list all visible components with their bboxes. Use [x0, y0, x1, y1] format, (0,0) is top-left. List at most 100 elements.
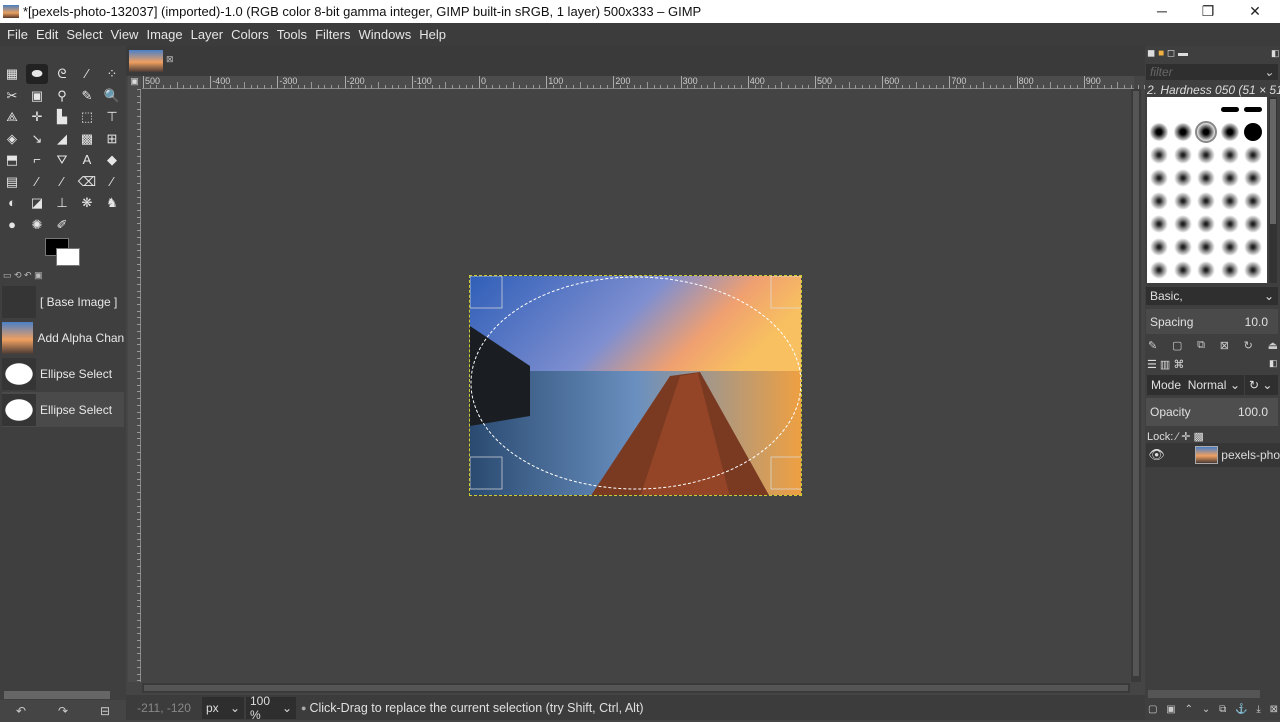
menu-file[interactable]: File [3, 27, 32, 42]
menu-help[interactable]: Help [415, 27, 450, 42]
lower-layer-icon[interactable]: ⌄ [1202, 704, 1210, 715]
brush-preset[interactable] [1173, 238, 1192, 256]
background-color-swatch[interactable] [56, 248, 80, 266]
flip-tool-icon[interactable]: ▩ [76, 129, 98, 149]
open-brush-icon[interactable]: ⏏ [1268, 339, 1278, 352]
menu-colors[interactable]: Colors [227, 27, 273, 42]
maximize-button[interactable]: ❐ [1185, 0, 1231, 23]
layers-scrollbar[interactable] [1148, 690, 1260, 698]
zoom-select[interactable]: 100 % ⌄ [246, 694, 296, 722]
brush-preset[interactable] [1150, 146, 1168, 164]
duplicate-brush-icon[interactable]: ⧉ [1197, 339, 1205, 352]
text-tool-icon[interactable]: A [76, 150, 98, 170]
layers-dock-menu-icon[interactable]: ◧ [1269, 358, 1278, 369]
mypaint-tool-icon[interactable]: ◪ [26, 193, 48, 213]
lock-position-icon[interactable]: ✛ [1181, 431, 1190, 443]
layer-row[interactable]: 👁 pexels-pho [1146, 443, 1280, 467]
ink-pen-tool-icon[interactable]: ✐ [51, 215, 73, 235]
brush-preset[interactable] [1244, 107, 1262, 112]
horizontal-scrollbar[interactable] [142, 683, 1130, 693]
edit-brush-icon[interactable]: ✎ [1148, 339, 1157, 352]
brush-preset[interactable] [1197, 169, 1215, 187]
redo-icon[interactable]: ↷ [58, 704, 68, 718]
clear-history-icon[interactable]: ⊟ [100, 704, 110, 718]
brush-preset[interactable] [1244, 261, 1262, 279]
brush-preset[interactable] [1150, 215, 1168, 233]
composite-mode-button[interactable]: ↻ ⌄ [1245, 375, 1278, 395]
brush-preset[interactable] [1173, 123, 1192, 141]
eraser-tool-icon[interactable]: ⌫ [76, 172, 98, 192]
history-scrollbar[interactable] [4, 691, 110, 699]
horizontal-ruler[interactable]: 500 -400 -300 -200 -100 0 100 200 300 400 500 600 70… [142, 76, 1146, 89]
brush-tag-select[interactable]: Basic, ⌄ [1146, 287, 1278, 305]
brush-preset[interactable] [1244, 146, 1262, 164]
clone-tool-icon[interactable]: ⊥ [51, 193, 73, 213]
minimize-button[interactable]: ─ [1139, 0, 1185, 23]
brush-preset[interactable] [1244, 215, 1262, 233]
move-tool-icon[interactable]: ✛ [26, 107, 48, 127]
history-tab-icons[interactable]: ▭ ⟲ ↶ ▣ [0, 270, 126, 282]
new-brush-icon[interactable]: ▢ [1172, 339, 1182, 352]
brush-preset[interactable] [1220, 169, 1239, 187]
menu-image[interactable]: Image [142, 27, 186, 42]
brush-grid[interactable] [1147, 97, 1267, 283]
menu-select[interactable]: Select [62, 27, 106, 42]
new-group-icon[interactable]: ▣ [1166, 704, 1175, 715]
brush-filter-input[interactable]: filter ⌄ [1146, 64, 1278, 80]
menu-tools[interactable]: Tools [273, 27, 311, 42]
cage-tool-icon[interactable]: ⊞ [101, 129, 123, 149]
brush-preset[interactable] [1150, 261, 1168, 279]
unit-select[interactable]: px ⌄ [202, 696, 244, 719]
brush-preset[interactable] [1244, 123, 1262, 141]
crop-tool-icon[interactable]: ⬚ [76, 107, 98, 127]
brush-preset[interactable] [1244, 192, 1262, 210]
shear-tool-icon[interactable]: ↘ [26, 129, 48, 149]
brush-scrollbar[interactable] [1269, 97, 1277, 283]
layers-tabs[interactable]: ☰ ▥ ⌘ [1147, 358, 1184, 371]
anchor-layer-icon[interactable]: ⚓ [1235, 704, 1247, 715]
merge-layer-icon[interactable]: ⤓ [1256, 704, 1260, 715]
lock-alpha-icon[interactable]: ▩ [1194, 431, 1204, 443]
brush-preset[interactable] [1173, 215, 1192, 233]
brush-tabs[interactable]: ◼ ■ ◻ ▬ [1147, 48, 1188, 59]
measure-tool-icon[interactable]: ✎ [76, 86, 98, 106]
brush-preset[interactable] [1220, 192, 1239, 210]
brush-preset[interactable] [1197, 238, 1215, 256]
menu-view[interactable]: View [107, 27, 143, 42]
close-tab-icon[interactable]: ⊠ [166, 54, 174, 65]
dodge-tool-icon[interactable]: ✺ [26, 215, 48, 235]
image-canvas-photo[interactable] [469, 275, 802, 496]
brush-preset[interactable] [1195, 121, 1217, 143]
ellipse-select-tool-icon[interactable]: ⬬ [26, 64, 48, 84]
heal-tool-icon[interactable]: ❋ [76, 193, 98, 213]
brush-preset[interactable] [1197, 146, 1215, 164]
blend-tool-icon[interactable]: ▤ [1, 172, 23, 192]
refresh-brushes-icon[interactable]: ↻ [1244, 339, 1253, 352]
brush-preset[interactable] [1173, 261, 1192, 279]
align-tool-icon[interactable]: ▙ [51, 107, 73, 127]
fuzzy-select-tool-icon[interactable]: ⁄ [76, 64, 98, 84]
brush-preset[interactable] [1150, 192, 1168, 210]
rect-select-tool-icon[interactable]: ▦ [1, 64, 23, 84]
raise-layer-icon[interactable]: ⌃ [1185, 704, 1193, 715]
3d-transform-tool-icon[interactable]: ⌐ [26, 150, 48, 170]
undo-icon[interactable]: ↶ [16, 704, 26, 718]
brush-preset[interactable] [1173, 146, 1192, 164]
spacing-slider[interactable]: Spacing 10.0 [1146, 309, 1278, 334]
new-layer-icon[interactable]: ▢ [1148, 704, 1157, 715]
menu-filters[interactable]: Filters [311, 27, 354, 42]
duplicate-layer-icon[interactable]: ⧉ [1219, 704, 1226, 715]
rotate-tool-icon[interactable]: ◈ [1, 129, 23, 149]
brush-preset[interactable] [1197, 261, 1215, 279]
quick-mask-toggle[interactable]: ▣ [128, 76, 141, 89]
history-item[interactable]: Ellipse Select [2, 392, 124, 427]
color-picker-tool-icon[interactable]: ⚲ [51, 86, 73, 106]
image-tab-thumbnail[interactable] [129, 50, 163, 72]
vertical-scrollbar[interactable] [1131, 89, 1141, 682]
paths-tool-icon[interactable]: ▣ [26, 86, 48, 106]
visibility-eye-icon[interactable]: 👁 [1146, 447, 1167, 463]
opacity-slider[interactable]: Opacity 100.0 [1146, 398, 1278, 426]
layer-mode-select[interactable]: Mode Normal ⌄ [1147, 375, 1244, 395]
brush-preset[interactable] [1220, 261, 1239, 279]
warp-tool-icon[interactable]: ⟁ [1, 107, 23, 127]
